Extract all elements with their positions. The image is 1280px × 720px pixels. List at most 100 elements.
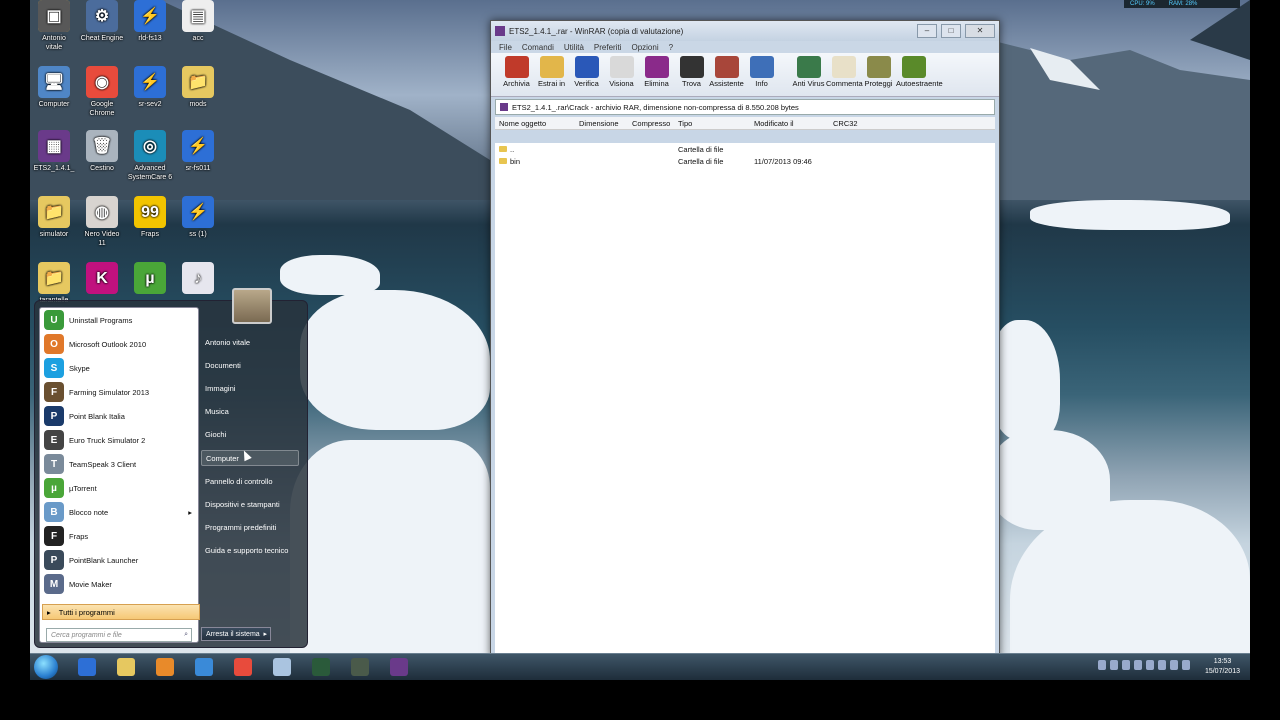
- shutdown-button[interactable]: Arresta il sistema ▸: [201, 627, 271, 641]
- start-program-item[interactable]: U Uninstall Programs: [40, 308, 198, 332]
- taskbar-app-thunder[interactable]: [70, 656, 104, 678]
- menu-item[interactable]: Preferiti: [594, 43, 622, 52]
- taskbar-app-explorer[interactable]: [109, 656, 143, 678]
- toolbar-button[interactable]: Commenta: [826, 56, 863, 88]
- toolbar-button[interactable]: Visiona: [604, 56, 639, 88]
- start-place-item[interactable]: Immagini: [201, 377, 301, 400]
- desktop-icon[interactable]: ▤ acc: [168, 0, 228, 43]
- start-program-item[interactable]: E Euro Truck Simulator 2: [40, 428, 198, 452]
- table-row[interactable]: .. Cartella di file: [495, 143, 995, 155]
- start-program-item[interactable]: M Movie Maker: [40, 572, 198, 596]
- desktop-icon[interactable]: ⚡ sr-fs011: [168, 130, 228, 173]
- maximize-button[interactable]: □: [941, 24, 961, 38]
- ram-usage: RAM: 28%: [1168, 1, 1198, 7]
- arrow-right-icon[interactable]: ▸: [263, 630, 267, 638]
- tray-icon[interactable]: [1122, 660, 1130, 670]
- taskbar-app-chrome[interactable]: [226, 656, 260, 678]
- tray-icon[interactable]: [1146, 660, 1154, 670]
- column-header[interactable]: Nome oggetto: [495, 119, 579, 128]
- start-search-input[interactable]: Cerca programmi e file ⌕: [46, 628, 192, 642]
- taskbar-app-media-player[interactable]: [148, 656, 182, 678]
- taskbar-app-notepad[interactable]: [265, 656, 299, 678]
- desktop-icon-label: sr-fs011: [185, 165, 211, 172]
- start-place-item[interactable]: Guida e supporto tecnico: [201, 539, 301, 562]
- taskbar-app-game2[interactable]: [343, 656, 377, 678]
- minimize-button[interactable]: –: [917, 24, 937, 38]
- desktop-icon[interactable]: 📁 mods: [168, 66, 228, 109]
- menu-item[interactable]: File: [499, 43, 512, 52]
- start-place-item[interactable]: Antonio vitale: [201, 331, 301, 354]
- toolbar-button[interactable]: Verifica: [569, 56, 604, 88]
- desktop-icon[interactable]: ♪: [168, 262, 228, 296]
- start-button[interactable]: [34, 655, 58, 679]
- clock[interactable]: 13:53 15/07/2013: [1205, 657, 1240, 677]
- winrar-window[interactable]: ETS2_1.4.1_.rar - WinRAR (copia di valut…: [490, 20, 1000, 658]
- toolbar-button[interactable]: Archivia: [499, 56, 534, 88]
- desktop-icon-image: 99: [134, 196, 166, 228]
- toolbar-button[interactable]: Autoestraente: [896, 56, 943, 88]
- start-place-item[interactable]: Musica: [201, 400, 301, 423]
- tray-icon[interactable]: [1134, 660, 1142, 670]
- close-button[interactable]: ✕: [965, 24, 995, 38]
- taskbar-app-winrar[interactable]: [382, 656, 416, 678]
- game2-icon: [351, 658, 369, 676]
- start-place-item[interactable]: Programmi predefiniti: [201, 516, 301, 539]
- column-header[interactable]: Dimensione: [579, 119, 632, 128]
- title-bar[interactable]: ETS2_1.4.1_.rar - WinRAR (copia di valut…: [491, 21, 999, 41]
- start-place-item[interactable]: Giochi: [201, 423, 301, 446]
- submenu-arrow-icon[interactable]: ▸: [188, 508, 192, 517]
- start-program-item[interactable]: µ µTorrent: [40, 476, 198, 500]
- start-program-item[interactable]: S Skype: [40, 356, 198, 380]
- start-program-item[interactable]: T TeamSpeak 3 Client: [40, 452, 198, 476]
- program-label: Farming Simulator 2013: [69, 387, 150, 397]
- start-program-item[interactable]: F Farming Simulator 2013: [40, 380, 198, 404]
- toolbar-label: Archivia: [503, 79, 530, 88]
- column-header[interactable]: CRC32: [833, 119, 873, 128]
- toolbar-button[interactable]: Elimina: [639, 56, 674, 88]
- file-list[interactable]: .. Cartella di file bin Cartella di file 11/…: [495, 143, 995, 653]
- media-player-icon: [156, 658, 174, 676]
- menu-item[interactable]: Utilità: [564, 43, 584, 52]
- path-bar[interactable]: ETS2_1.4.1_.rar\Crack - archivio RAR, di…: [495, 99, 995, 115]
- taskbar-app-game1[interactable]: [304, 656, 338, 678]
- toolbar-label: Elimina: [644, 79, 669, 88]
- desktop-icon-image: 📁: [182, 66, 214, 98]
- arrow-right-icon: ▸: [47, 607, 51, 617]
- tray-icon[interactable]: [1170, 660, 1178, 670]
- chrome-icon: [234, 658, 252, 676]
- tray-icon[interactable]: [1110, 660, 1118, 670]
- start-place-item[interactable]: Pannello di controllo: [201, 470, 301, 493]
- start-place-item[interactable]: Dispositivi e stampanti: [201, 493, 301, 516]
- explorer-icon: [117, 658, 135, 676]
- table-row[interactable]: bin Cartella di file 11/07/2013 09:46: [495, 155, 995, 167]
- desktop-icon-image: ♪: [182, 262, 214, 294]
- start-program-item[interactable]: P Point Blank Italia: [40, 404, 198, 428]
- toolbar-button[interactable]: Estrai in: [534, 56, 569, 88]
- program-label: Blocco note: [69, 507, 109, 517]
- column-header[interactable]: Modificato il: [754, 119, 833, 128]
- taskbar-app-ie[interactable]: [187, 656, 221, 678]
- tray-icon[interactable]: [1098, 660, 1106, 670]
- column-header[interactable]: Tipo: [678, 119, 754, 128]
- desktop-icon[interactable]: ⚡ ss (1): [168, 196, 228, 239]
- start-program-item[interactable]: B Blocco note ▸: [40, 500, 198, 524]
- toolbar-button[interactable]: Anti Virus: [791, 56, 826, 88]
- toolbar-button[interactable]: Info: [744, 56, 779, 88]
- all-programs-button[interactable]: ▸ Tutti i programmi: [42, 604, 200, 620]
- menu-item[interactable]: Opzioni: [631, 43, 658, 52]
- toolbar-button[interactable]: Proteggi: [861, 56, 896, 88]
- search-placeholder: Cerca programmi e file: [51, 631, 122, 639]
- desktop-icon[interactable]: ▣: [30, 0, 84, 34]
- tray-icon[interactable]: [1158, 660, 1166, 670]
- start-place-item[interactable]: Documenti: [201, 354, 301, 377]
- toolbar-button[interactable]: Assistente: [709, 56, 744, 88]
- start-program-item[interactable]: F Fraps: [40, 524, 198, 548]
- start-program-item[interactable]: P PointBlank Launcher: [40, 548, 198, 572]
- desktop-icon-image: ◎: [134, 130, 166, 162]
- tray-icon[interactable]: [1182, 660, 1190, 670]
- menu-item[interactable]: Comandi: [522, 43, 554, 52]
- toolbar-button[interactable]: Trova: [674, 56, 709, 88]
- column-header[interactable]: Compresso: [632, 119, 678, 128]
- start-program-item[interactable]: O Microsoft Outlook 2010: [40, 332, 198, 356]
- menu-item[interactable]: ?: [669, 43, 673, 52]
